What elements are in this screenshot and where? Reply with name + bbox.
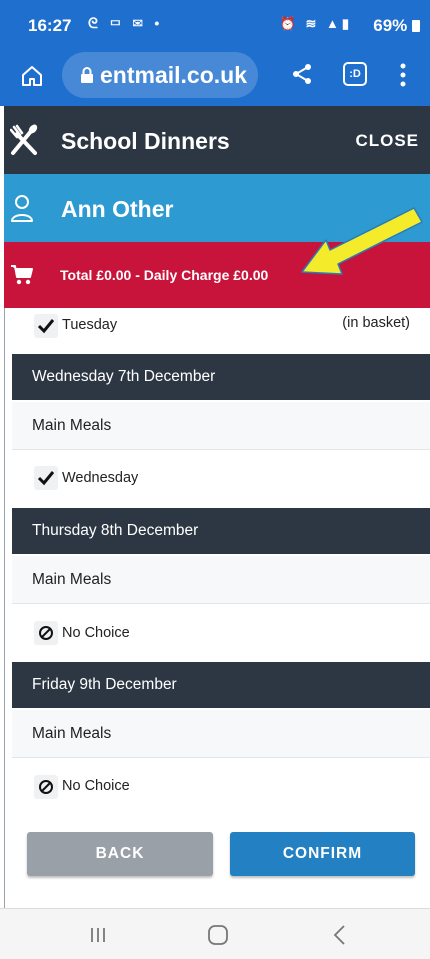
close-button[interactable]: CLOSE <box>355 131 419 151</box>
day-header: Wednesday 7th December <box>12 354 430 400</box>
overflow-menu-icon[interactable] <box>396 62 410 88</box>
confirm-button[interactable]: CONFIRM <box>230 832 415 876</box>
meal-choice-label: No Choice <box>62 778 130 794</box>
tab-switcher-icon[interactable]: :D <box>343 62 367 86</box>
meal-section-label: Main Meals <box>32 725 112 742</box>
cart-icon <box>11 265 33 285</box>
user-icon <box>11 195 33 222</box>
home-nav-icon[interactable] <box>207 924 229 946</box>
home-icon[interactable] <box>20 64 44 88</box>
meal-section: Main Meals <box>12 402 430 450</box>
meal-section-label: Main Meals <box>32 417 112 434</box>
browser-toolbar: entmail.co.uk :D <box>0 50 430 106</box>
item-label: Tuesday <box>62 317 118 333</box>
share-icon[interactable] <box>290 62 314 86</box>
meal-section: Main Meals <box>12 710 430 758</box>
app-title: School Dinners <box>61 128 230 154</box>
address-url[interactable]: entmail.co.uk <box>100 62 247 89</box>
back-button[interactable]: BACK <box>27 832 213 876</box>
battery-percent: 69% <box>373 16 408 35</box>
meal-choice[interactable]: No Choice <box>12 758 430 814</box>
basket-total: Total £0.00 - Daily Charge £0.00 <box>60 267 269 283</box>
address-bar[interactable]: entmail.co.uk <box>62 52 258 98</box>
meal-section: Main Meals <box>12 556 430 604</box>
basket-status: (in basket) <box>342 315 410 331</box>
annotation-arrow-icon <box>301 207 423 275</box>
day-header-label: Thursday 8th December <box>32 522 199 539</box>
back-nav-icon[interactable] <box>330 924 350 946</box>
no-choice-icon <box>34 621 58 645</box>
app-header: School Dinners CLOSE <box>4 106 430 174</box>
notification-icons: ᘓ ▭ ✉ • <box>88 15 164 31</box>
battery-icon <box>412 20 420 32</box>
lock-icon <box>81 67 93 83</box>
system-nav-bar <box>0 908 430 959</box>
meal-choice-label: Wednesday <box>62 470 139 486</box>
checkmark-icon <box>34 314 58 338</box>
meal-choice[interactable]: Wednesday <box>12 450 430 506</box>
meal-section-label: Main Meals <box>32 571 112 588</box>
status-time: 16:27 <box>28 16 72 35</box>
status-bar: 16:27 ᘓ ▭ ✉ • ⏰ ≋ ▲▮ 69% <box>0 0 430 50</box>
user-name: Ann Other <box>61 196 174 222</box>
list-item-tuesday[interactable]: Tuesday (in basket) <box>12 308 430 348</box>
day-header: Friday 9th December <box>12 662 430 708</box>
meal-choice-label: No Choice <box>62 625 130 641</box>
day-header: Thursday 8th December <box>12 508 430 554</box>
no-choice-icon <box>34 775 58 799</box>
recent-apps-icon[interactable] <box>88 925 108 945</box>
signal-icons: ⏰ ≋ ▲▮ <box>279 16 352 31</box>
day-header-label: Friday 9th December <box>32 676 177 693</box>
meal-choice[interactable]: No Choice <box>12 604 430 660</box>
day-header-label: Wednesday 7th December <box>32 368 216 385</box>
cutlery-icon <box>10 124 38 155</box>
checkmark-icon <box>34 466 58 490</box>
battery-indicator: 69% <box>373 16 420 36</box>
